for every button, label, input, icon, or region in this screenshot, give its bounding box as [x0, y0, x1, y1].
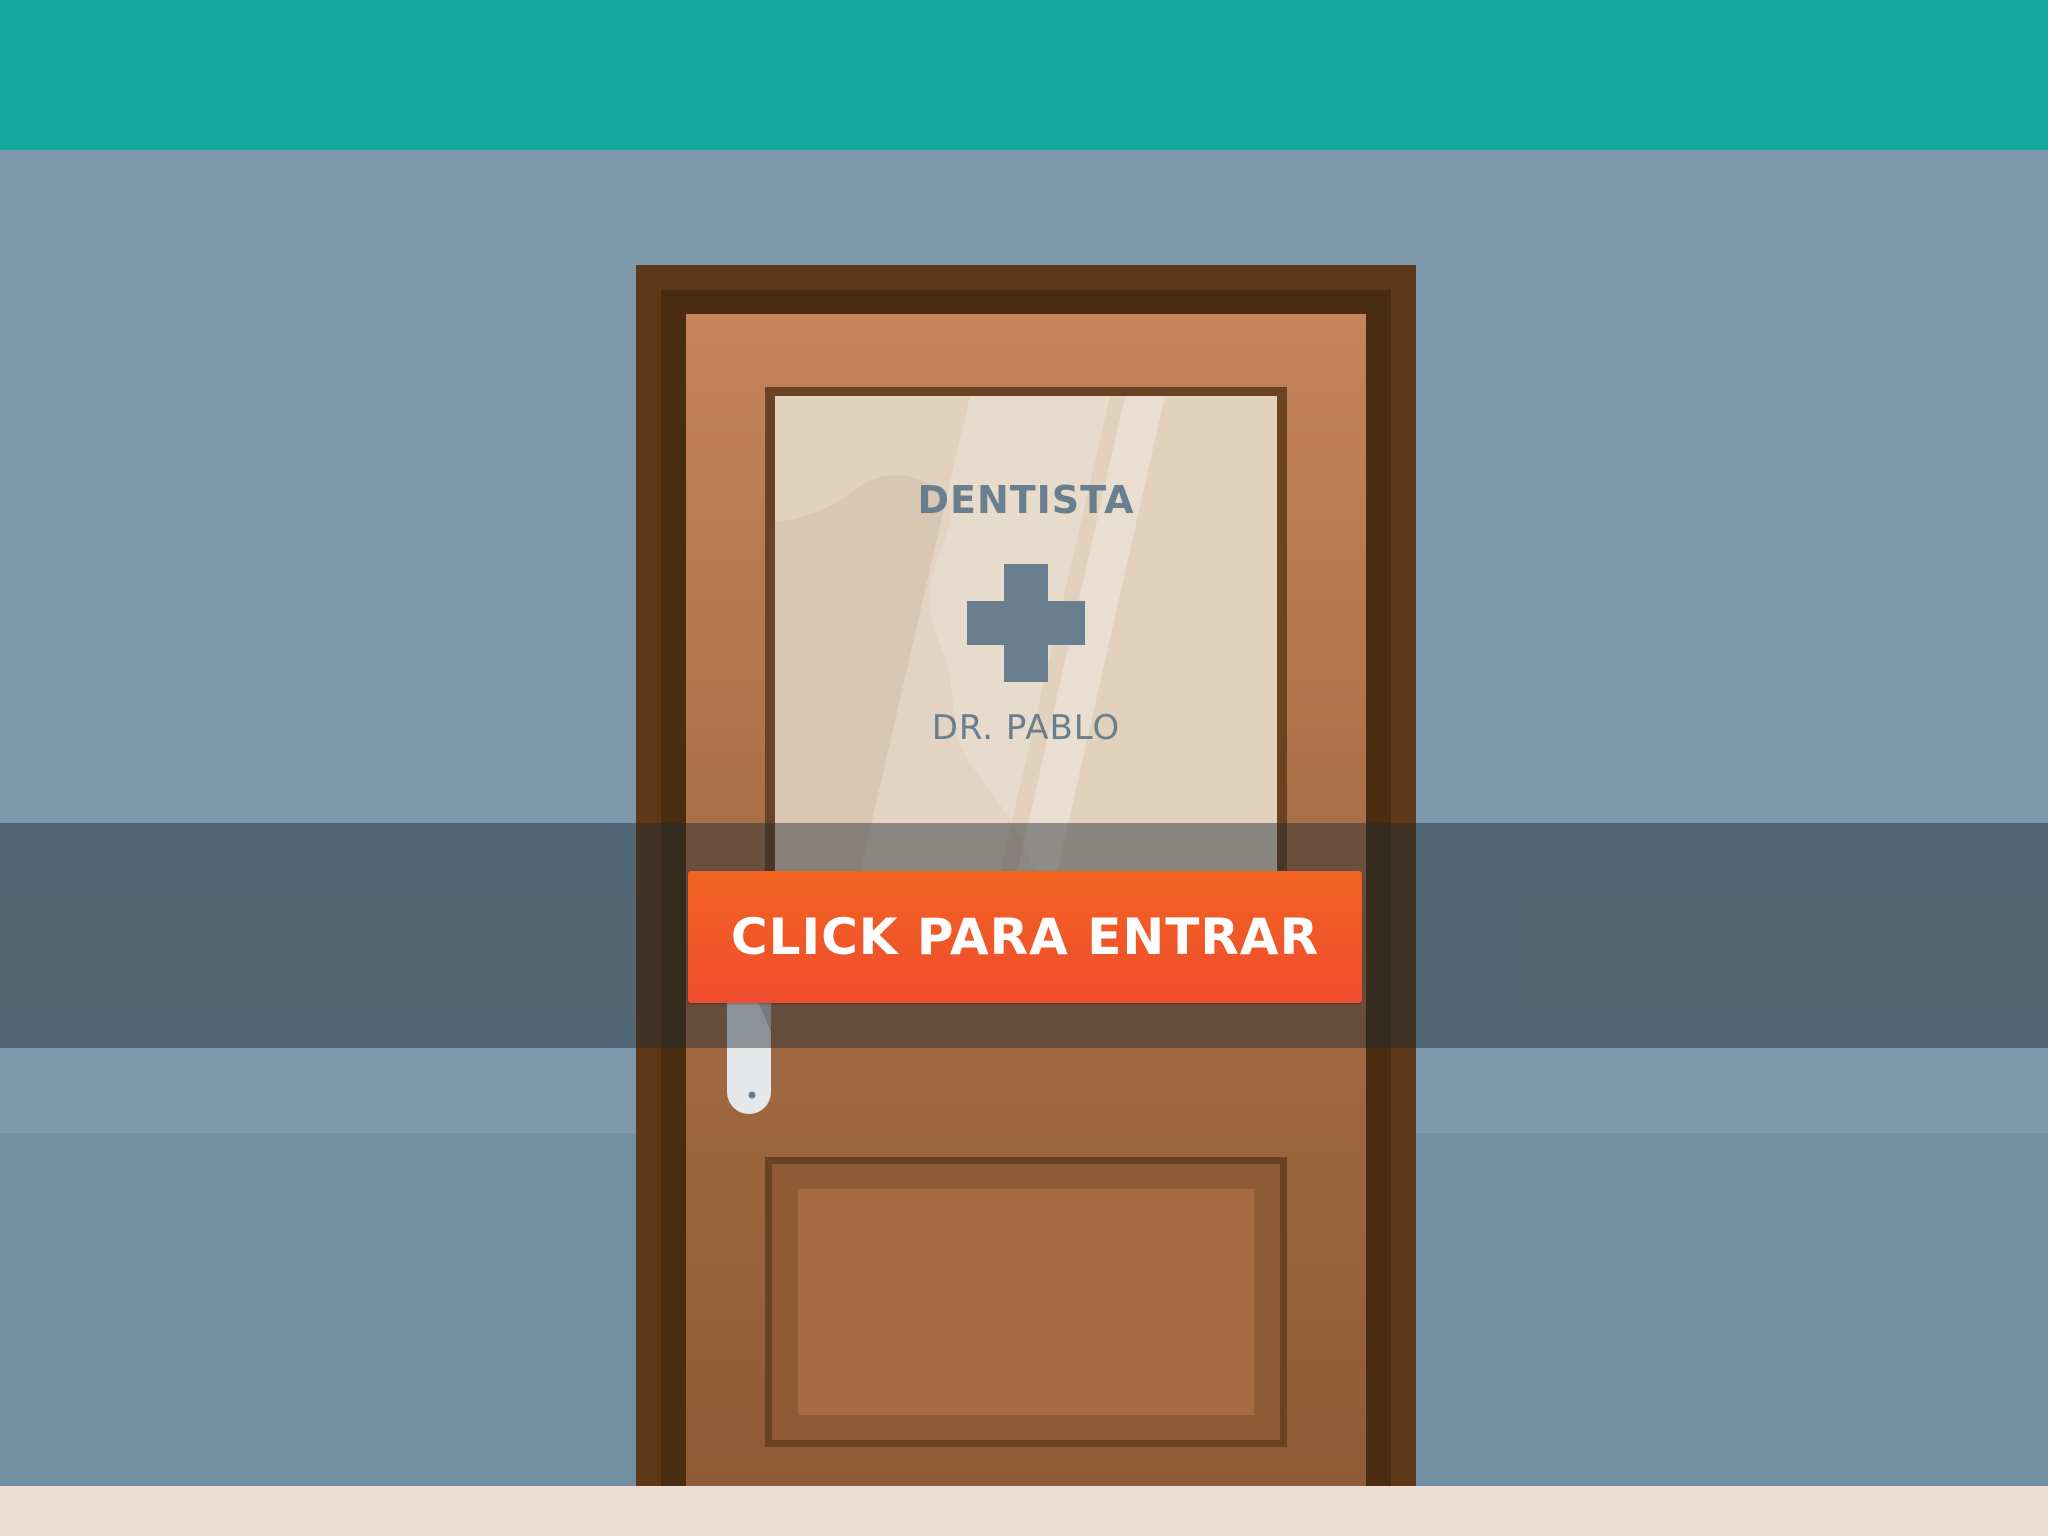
scene: DENTISTA DR. PABLO CLICK PARA ENTRAR: [0, 0, 2048, 1536]
door-panel-inset: [798, 1189, 1254, 1415]
sign-title: DENTISTA: [917, 478, 1135, 522]
top-bar: [0, 0, 2048, 150]
enter-button-label: CLICK PARA ENTRAR: [730, 908, 1320, 966]
medical-cross-icon: [967, 564, 1085, 682]
floor: [0, 1486, 2048, 1536]
enter-button[interactable]: CLICK PARA ENTRAR: [688, 871, 1362, 1003]
sign-name: DR. PABLO: [931, 708, 1121, 748]
